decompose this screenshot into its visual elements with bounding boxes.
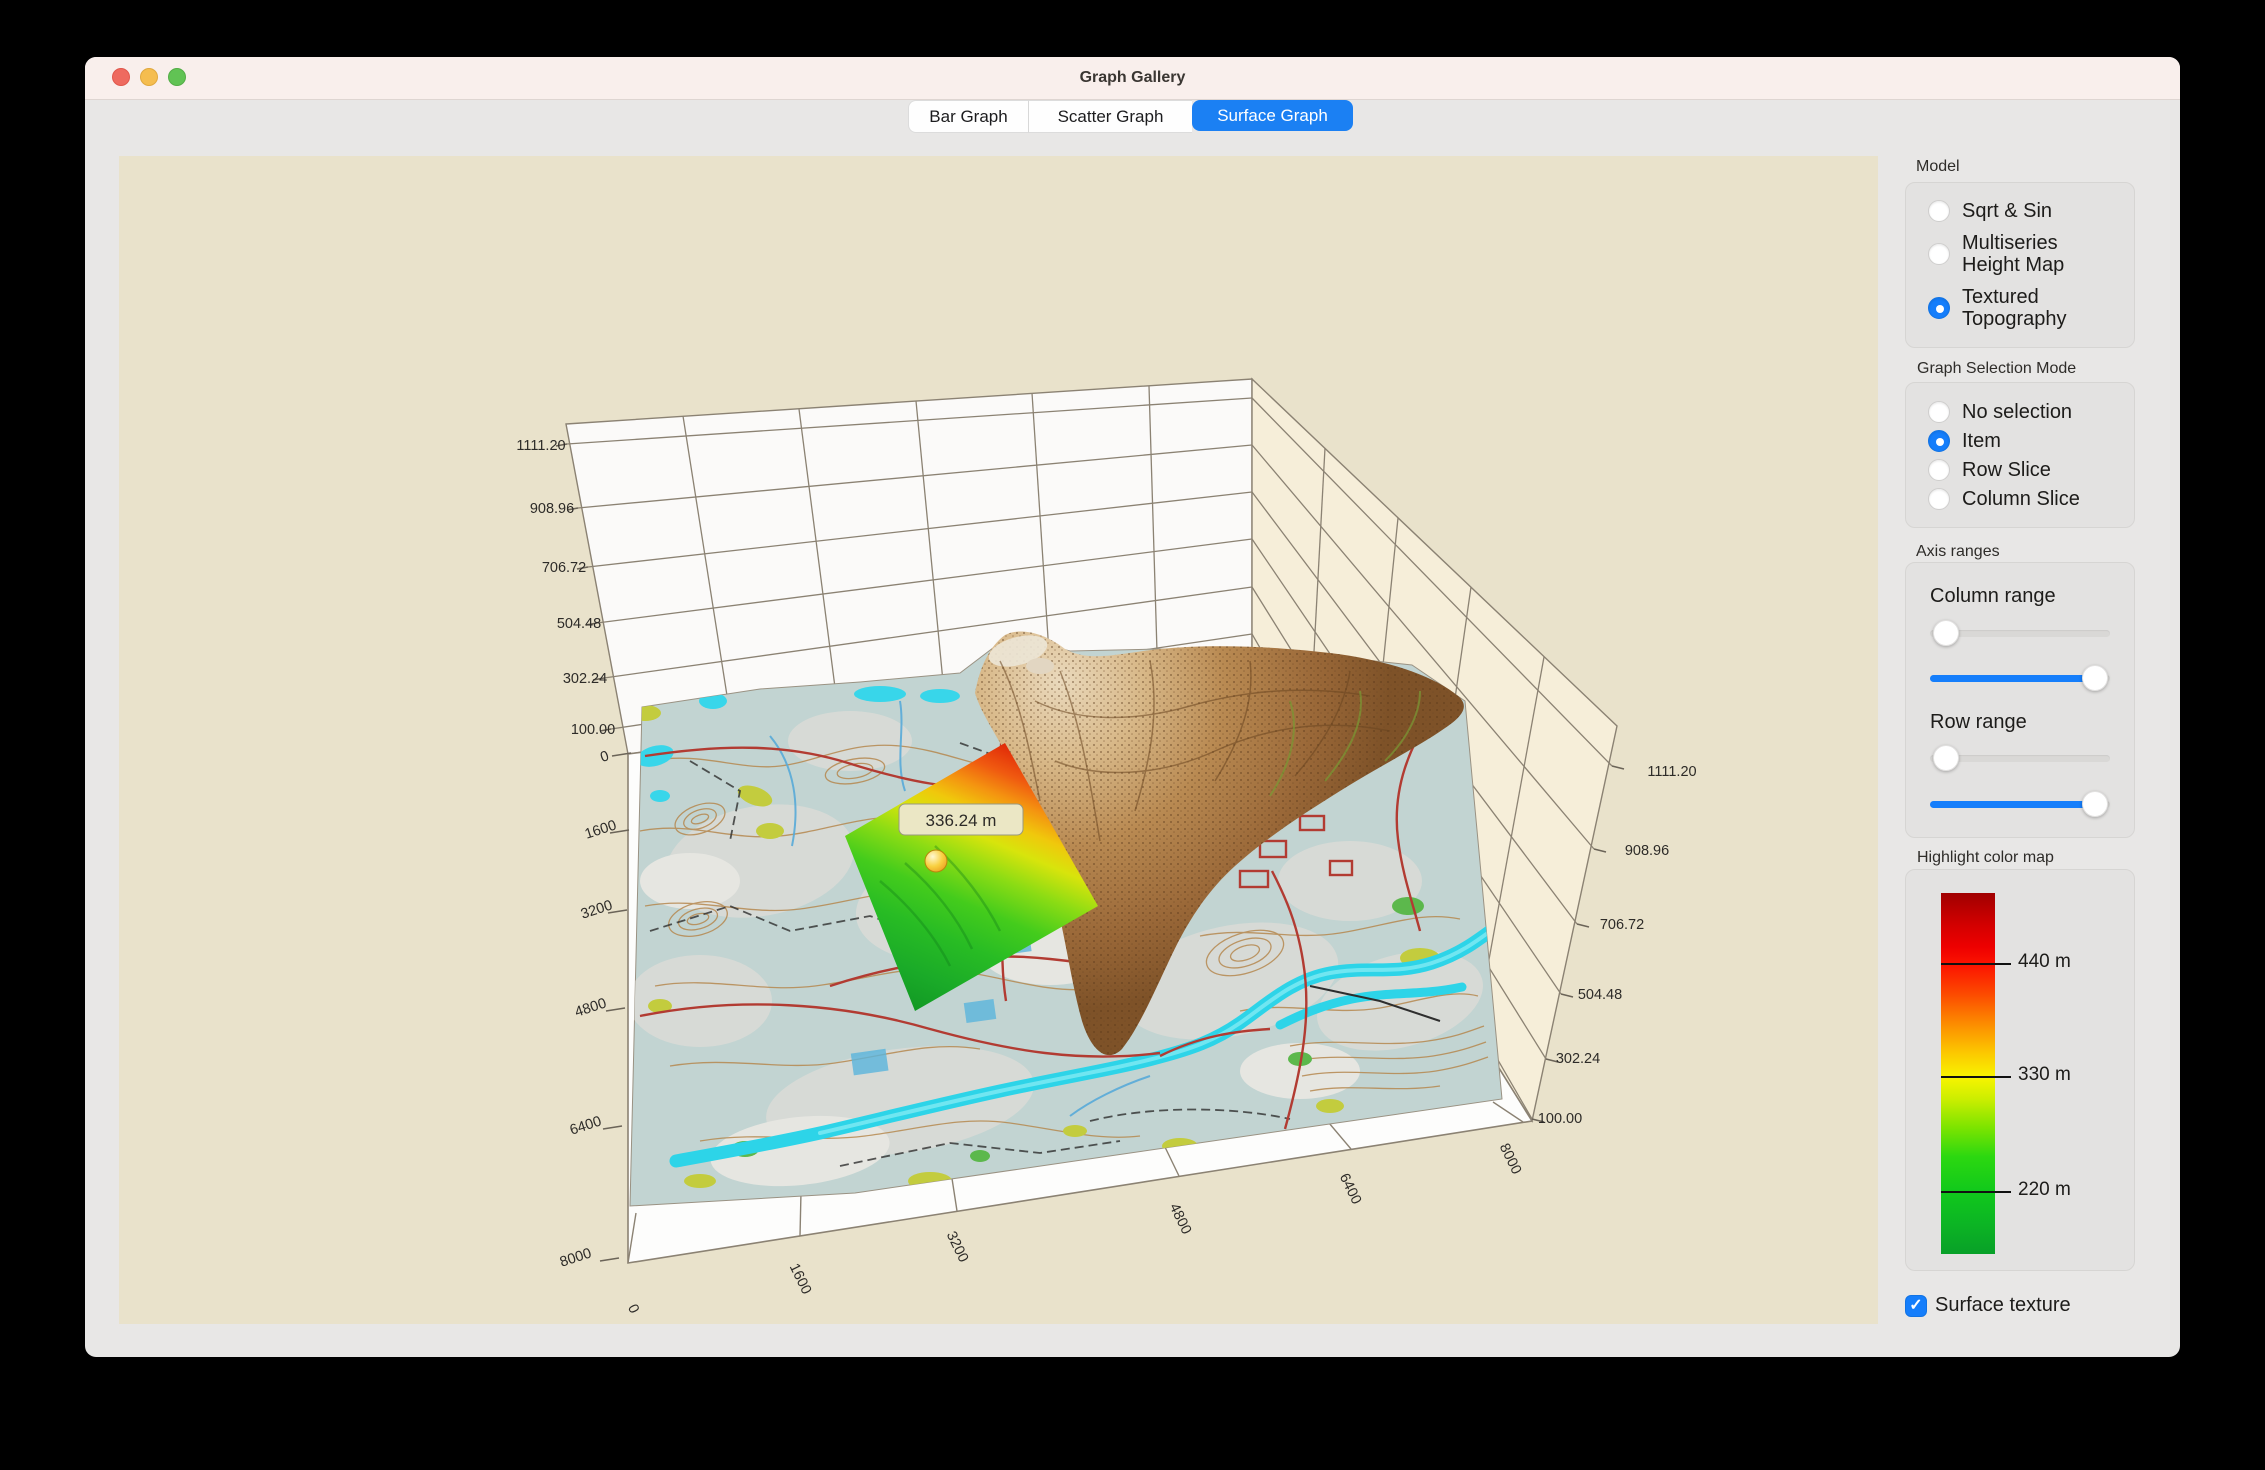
axis-label: 0 bbox=[598, 748, 611, 766]
row-axis: 0 1600 3200 4800 6400 8000 bbox=[558, 748, 619, 1270]
tab-surface-graph[interactable]: Surface Graph bbox=[1192, 100, 1353, 131]
axis-label: 100.00 bbox=[1538, 1111, 1582, 1127]
radio-label: No selection bbox=[1962, 401, 2072, 423]
tab-bar: Bar Graph Scatter Graph Surface Graph bbox=[908, 100, 1353, 131]
radio-label: Sqrt & Sin bbox=[1962, 200, 2052, 222]
column-range-label: Column range bbox=[1930, 585, 2056, 608]
radio-row-row-slice[interactable]: Row Slice bbox=[1906, 459, 2134, 481]
radio-icon[interactable] bbox=[1928, 459, 1950, 481]
axis-label: 1111.20 bbox=[1647, 764, 1696, 780]
colorbar-tick bbox=[1941, 1191, 2011, 1193]
highlight-color-gradient bbox=[1941, 893, 1995, 1254]
radio-label: Multiseries Height Map bbox=[1962, 232, 2112, 276]
colorbar-tick bbox=[1941, 963, 2011, 965]
axis-label: 3200 bbox=[943, 1229, 972, 1265]
axis-label: 1111.20 bbox=[516, 438, 565, 454]
radio-icon-selected[interactable] bbox=[1928, 297, 1950, 319]
tab-scatter-graph[interactable]: Scatter Graph bbox=[1028, 100, 1192, 133]
selection-tooltip: 336.24 m bbox=[899, 804, 1023, 835]
color-map-group: 440 m 330 m 220 m bbox=[1905, 869, 2135, 1271]
axis-label: 4800 bbox=[573, 995, 609, 1020]
axis-label: 908.96 bbox=[530, 501, 574, 517]
axis-ranges-section-title: Axis ranges bbox=[1916, 543, 2000, 561]
app-window: Graph Gallery Bar Graph Scatter Graph Su… bbox=[85, 57, 2180, 1357]
title-bar: Graph Gallery bbox=[85, 57, 2180, 100]
radio-icon[interactable] bbox=[1928, 401, 1950, 423]
radio-icon-selected[interactable] bbox=[1928, 430, 1950, 452]
radio-icon[interactable] bbox=[1928, 488, 1950, 510]
colorbar-tick bbox=[1941, 1076, 2011, 1078]
axis-label: 6400 bbox=[568, 1113, 604, 1138]
colorbar-tick-label: 440 m bbox=[2018, 951, 2071, 973]
selection-mode-section-title: Graph Selection Mode bbox=[1917, 360, 2076, 378]
radio-row-item[interactable]: Item bbox=[1906, 430, 2134, 452]
radio-row-no-selection[interactable]: No selection bbox=[1906, 401, 2134, 423]
radio-icon[interactable] bbox=[1928, 200, 1950, 222]
axis-label: 1600 bbox=[786, 1261, 815, 1297]
radio-row-textured-topography[interactable]: Textured Topography bbox=[1906, 286, 2134, 330]
axis-label: 6400 bbox=[1336, 1171, 1365, 1207]
row-range-max-slider[interactable] bbox=[1930, 791, 2136, 817]
slider-handle[interactable] bbox=[1933, 745, 1959, 771]
tooltip-text: 336.24 m bbox=[926, 811, 997, 830]
column-range-max-slider[interactable] bbox=[1930, 665, 2136, 691]
axis-label: 3200 bbox=[579, 897, 615, 922]
axis-label: 706.72 bbox=[542, 560, 586, 576]
radio-row-sqrt-sin[interactable]: Sqrt & Sin bbox=[1906, 200, 2134, 222]
axis-ranges-group: Column range Row range bbox=[1905, 562, 2135, 838]
surface-chart-area[interactable]: 1111.20 908.96 706.72 504.48 302.24 100.… bbox=[119, 156, 1878, 1324]
slider-handle[interactable] bbox=[2082, 791, 2108, 817]
axis-label: 302.24 bbox=[563, 671, 607, 687]
colorbar-tick-label: 220 m bbox=[2018, 1179, 2071, 1201]
slider-handle[interactable] bbox=[1933, 620, 1959, 646]
radio-icon[interactable] bbox=[1928, 243, 1950, 265]
radio-label: Item bbox=[1962, 430, 2001, 452]
colorbar-tick-label: 330 m bbox=[2018, 1064, 2071, 1086]
slider-track-fill bbox=[1930, 801, 2095, 808]
model-group: Sqrt & Sin Multiseries Height Map Textur… bbox=[1905, 182, 2135, 348]
slider-handle[interactable] bbox=[2082, 665, 2108, 691]
checkbox-checked-icon[interactable]: ✓ bbox=[1905, 1295, 1927, 1317]
radio-row-multiseries-height-map[interactable]: Multiseries Height Map bbox=[1906, 232, 2134, 276]
color-map-section-title: Highlight color map bbox=[1917, 849, 2054, 867]
axis-label: 908.96 bbox=[1625, 843, 1669, 859]
model-section-title: Model bbox=[1916, 158, 1960, 176]
radio-label: Textured Topography bbox=[1962, 286, 2112, 330]
axis-label: 1600 bbox=[583, 817, 619, 842]
axis-label: 302.24 bbox=[1556, 1051, 1600, 1067]
axis-label: 8000 bbox=[1496, 1141, 1525, 1177]
axis-label: 706.72 bbox=[1600, 917, 1644, 933]
selection-point-ball bbox=[925, 850, 947, 872]
selection-mode-group: No selection Item Row Slice Column Slice bbox=[1905, 382, 2135, 528]
radio-label: Column Slice bbox=[1962, 488, 2080, 510]
tab-bar-graph[interactable]: Bar Graph bbox=[908, 100, 1028, 133]
axis-label: 4800 bbox=[1166, 1201, 1195, 1237]
surface-texture-checkbox-row[interactable]: ✓ Surface texture bbox=[1905, 1294, 2071, 1317]
axis-label: 8000 bbox=[558, 1245, 594, 1270]
window-title: Graph Gallery bbox=[85, 57, 2180, 99]
column-range-min-slider[interactable] bbox=[1930, 620, 2136, 646]
slider-track-fill bbox=[1930, 675, 2095, 682]
radio-label: Row Slice bbox=[1962, 459, 2051, 481]
axis-label: 504.48 bbox=[1578, 987, 1622, 1003]
axis-label: 504.48 bbox=[557, 616, 601, 632]
axis-label: 100.00 bbox=[571, 722, 615, 738]
surface-chart-canvas[interactable]: 1111.20 908.96 706.72 504.48 302.24 100.… bbox=[119, 156, 1878, 1324]
row-range-min-slider[interactable] bbox=[1930, 745, 2136, 771]
axis-label: 0 bbox=[624, 1302, 642, 1316]
row-range-label: Row range bbox=[1930, 711, 2027, 734]
radio-row-column-slice[interactable]: Column Slice bbox=[1906, 488, 2134, 510]
checkbox-label: Surface texture bbox=[1935, 1294, 2071, 1317]
